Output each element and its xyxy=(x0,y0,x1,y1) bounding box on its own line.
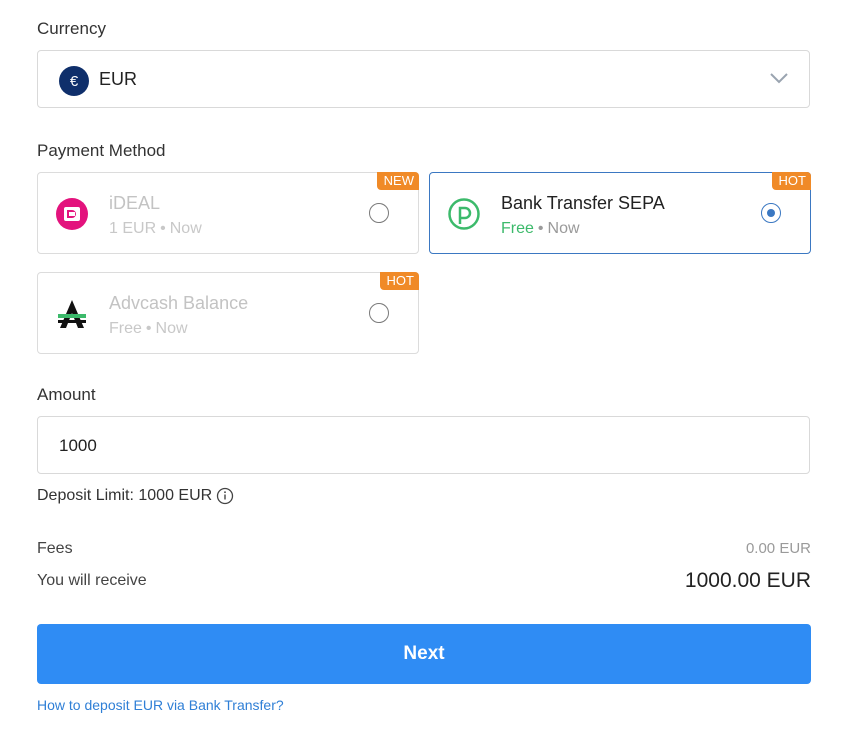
payment-option-name: iDEAL xyxy=(109,193,161,213)
amount-value: 1000 xyxy=(59,436,97,455)
receive-label: You will receive xyxy=(37,572,147,589)
payment-time: Now xyxy=(155,320,188,337)
next-button[interactable]: Next xyxy=(37,624,811,684)
deposit-limit-text: Deposit Limit: 1000 EUR xyxy=(37,487,213,504)
advcash-logo-icon xyxy=(58,300,86,328)
payment-option-sepa[interactable]: Bank Transfer SEPA Free • Now HOT xyxy=(429,172,811,254)
amount-input[interactable]: 1000 xyxy=(37,416,810,474)
payment-option-details: Free • Now xyxy=(501,220,580,238)
separator-dot: • xyxy=(145,320,152,337)
fees-label: Fees xyxy=(37,540,73,557)
deposit-limit: Deposit Limit: 1000 EUR xyxy=(37,487,234,505)
currency-value: EUR xyxy=(99,69,138,89)
payment-option-details: Free • Now xyxy=(109,320,188,338)
payment-option-details: 1 EUR • Now xyxy=(109,220,202,238)
currency-select[interactable]: € EUR xyxy=(37,50,810,108)
hot-badge: HOT xyxy=(379,272,419,290)
payment-radio-advcash[interactable] xyxy=(369,303,389,323)
payment-option-name: Bank Transfer SEPA xyxy=(501,193,665,213)
payment-fee: Free xyxy=(501,220,534,237)
payment-method-label: Payment Method xyxy=(37,141,166,160)
new-badge: NEW xyxy=(376,172,419,190)
separator-dot: • xyxy=(160,220,166,237)
currency-label: Currency xyxy=(37,19,106,38)
separator-dot: • xyxy=(537,220,544,237)
ideal-logo-icon xyxy=(56,198,88,230)
help-link[interactable]: How to deposit EUR via Bank Transfer? xyxy=(37,697,284,713)
hot-badge: HOT xyxy=(771,172,811,190)
payment-fee: Free xyxy=(109,320,142,337)
chevron-down-icon[interactable] xyxy=(769,71,789,85)
payment-radio-sepa[interactable] xyxy=(761,203,781,223)
fees-value: 0.00 EUR xyxy=(745,540,811,557)
info-icon[interactable] xyxy=(216,487,234,505)
payment-option-advcash[interactable]: Advcash Balance Free • Now HOT xyxy=(37,272,419,354)
amount-label: Amount xyxy=(37,385,96,404)
payment-option-ideal[interactable]: iDEAL 1 EUR • Now NEW xyxy=(37,172,419,254)
payment-fee: 1 EUR xyxy=(109,220,157,237)
payment-time: Now xyxy=(547,220,580,237)
sepa-logo-icon xyxy=(448,198,480,230)
euro-icon: € xyxy=(59,66,89,96)
receive-value: 1000.00 EUR xyxy=(684,569,811,592)
payment-radio-ideal[interactable] xyxy=(369,203,389,223)
payment-option-name: Advcash Balance xyxy=(109,293,249,313)
payment-time: Now xyxy=(169,220,202,237)
